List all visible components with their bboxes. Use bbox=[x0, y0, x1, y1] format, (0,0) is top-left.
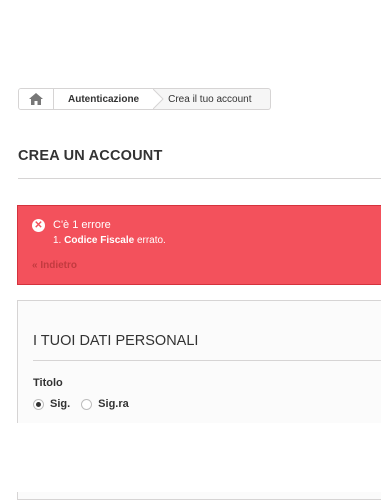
breadcrumb-item-authentication[interactable]: Autenticazione bbox=[54, 89, 154, 109]
title-divider bbox=[18, 178, 381, 179]
home-icon bbox=[29, 93, 43, 105]
breadcrumb: Autenticazione Crea il tuo account bbox=[18, 88, 271, 110]
radio-mrs[interactable] bbox=[81, 398, 93, 410]
radio-mr-label[interactable]: Sig. bbox=[50, 398, 70, 410]
breadcrumb-separator-icon bbox=[152, 89, 164, 109]
title-radio-group: Sig. Sig.ra bbox=[33, 398, 140, 410]
section-divider bbox=[33, 360, 381, 361]
page-bottom-blank bbox=[0, 423, 381, 492]
section-title: I TUOI DATI PERSONALI bbox=[33, 333, 199, 349]
back-link[interactable]: « Indietro bbox=[32, 260, 77, 271]
error-number: 1. bbox=[53, 235, 62, 246]
breadcrumb-home[interactable] bbox=[19, 89, 54, 109]
error-alert: ✕ C'è 1 errore 1. Codice Fiscale errato.… bbox=[17, 205, 381, 285]
radio-mr[interactable] bbox=[33, 398, 44, 410]
close-circle-icon: ✕ bbox=[32, 219, 45, 232]
error-text: errato. bbox=[136, 235, 166, 246]
radio-mrs-label[interactable]: Sig.ra bbox=[98, 398, 129, 410]
error-list-item: 1. Codice Fiscale errato. bbox=[53, 235, 166, 246]
breadcrumb-item-current: Crea il tuo account bbox=[164, 89, 266, 109]
error-field: Codice Fiscale bbox=[64, 235, 135, 246]
breadcrumb-item-label: Autenticazione bbox=[68, 93, 140, 105]
alert-heading: C'è 1 errore bbox=[53, 219, 111, 231]
title-field-label: Titolo bbox=[33, 377, 63, 389]
page-title: CREA UN ACCOUNT bbox=[18, 148, 163, 164]
breadcrumb-item-label: Crea il tuo account bbox=[168, 93, 252, 105]
